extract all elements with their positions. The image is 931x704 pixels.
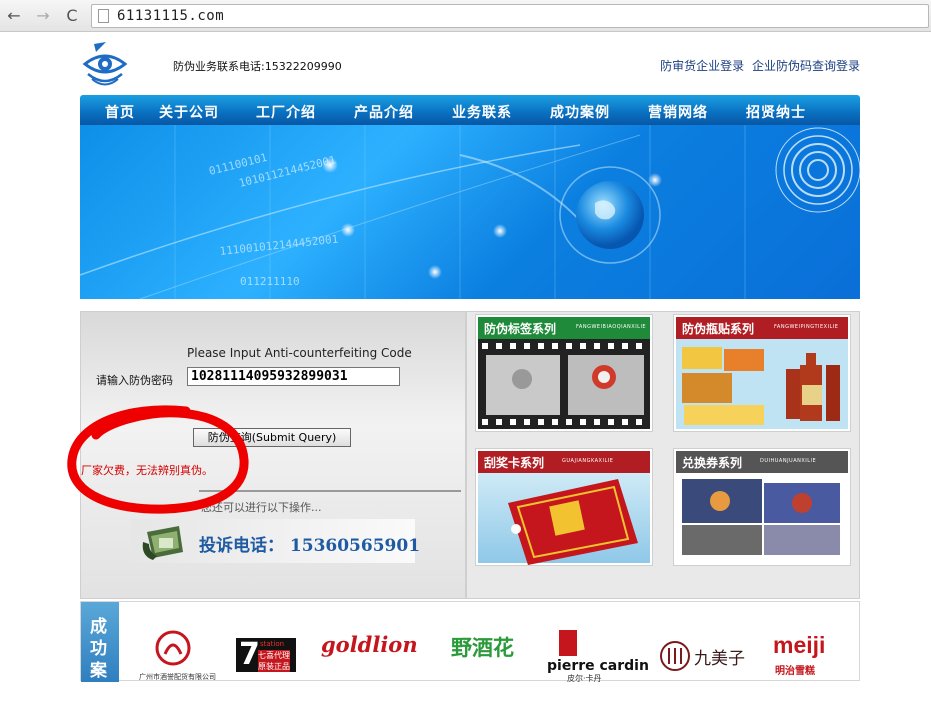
code-input[interactable]: 10281114095932899031 xyxy=(187,367,400,386)
banner-digits-3: 111001012144452001 xyxy=(219,233,339,258)
menu-item-cases[interactable]: 成功案例 xyxy=(550,102,610,122)
menu-item-factory[interactable]: 工厂介绍 xyxy=(256,102,316,122)
page-icon xyxy=(98,9,109,23)
forward-arrow-icon[interactable]: → xyxy=(33,6,53,26)
complaint-phone: 投诉电话： 15360565901 xyxy=(199,536,421,556)
phone-icon xyxy=(142,526,183,560)
card-title: 防伪标签系列 xyxy=(484,322,557,336)
product-card-labels[interactable]: 防伪标签系列 FANGWEIBIAOQIANXILIE xyxy=(475,314,653,432)
card-image xyxy=(676,473,848,563)
brand-pierre-cardin-cn: 皮尔·卡丹 xyxy=(567,674,602,683)
card-title: 防伪瓶贴系列 xyxy=(682,322,755,336)
url-text: 61131115.com xyxy=(117,8,225,24)
eye-logo-icon[interactable] xyxy=(82,40,128,88)
product-card-vouchers[interactable]: 兑换券系列 DUIHUANJUANXILIE xyxy=(673,448,851,566)
cases-side-tab[interactable]: 成功案例 xyxy=(81,602,119,703)
menu-item-network[interactable]: 营销网络 xyxy=(648,102,708,122)
back-arrow-icon[interactable]: ← xyxy=(4,6,24,26)
card-image xyxy=(478,473,650,565)
browser-toolbar: ← → C 61131115.com xyxy=(0,0,931,32)
code-label: 请输入防伪密码 xyxy=(96,374,173,387)
seven-mid: 七喜代理 xyxy=(258,650,290,661)
card-image xyxy=(478,339,650,429)
success-cases-strip: 成功案例 广州市酒誉配货有限公司 7 station 七喜代理 原装正品 gol… xyxy=(80,601,860,703)
card-subtitle: GUAJIANGKAXILIE xyxy=(562,458,614,464)
card-subtitle: FANGWEIPINGTIEXILIE xyxy=(774,324,839,330)
brand-yejiuhua[interactable]: 野酒花 xyxy=(451,632,514,662)
seven-numeral: 7 xyxy=(239,637,260,672)
cases-side-label: 成功案例 xyxy=(90,617,107,703)
card-title: 刮奖卡系列 xyxy=(484,456,545,470)
banner-digits-4: 011211110 xyxy=(240,275,300,288)
brand-meiji-cn: 明治雪糕 xyxy=(775,666,815,677)
login-link-enterprise[interactable]: 防审货企业登录 xyxy=(660,59,744,73)
card-header: 防伪瓶贴系列 FANGWEIPINGTIEXILIE xyxy=(676,317,848,339)
menu-item-about[interactable]: 关于公司 xyxy=(159,102,219,122)
brand-logo-jiuyu[interactable] xyxy=(155,630,191,666)
main-menu: 首页 关于公司 工厂介绍 产品介绍 业务联系 成功案例 营销网络 招贤纳士 xyxy=(80,95,860,125)
menu-item-home[interactable]: 首页 xyxy=(105,102,135,122)
top-links: 防审货企业登录 企业防伪码查询登录 xyxy=(656,57,860,74)
card-subtitle: FANGWEIBIAOQIANXILIE xyxy=(576,324,647,330)
card-title: 兑换券系列 xyxy=(682,456,743,470)
card-header: 防伪标签系列 FANGWEIBIAOQIANXILIE xyxy=(478,317,650,339)
product-card-bottle-labels[interactable]: 防伪瓶贴系列 FANGWEIPINGTIEXILIE xyxy=(673,314,851,432)
card-subtitle: DUIHUANJUANXILIE xyxy=(760,458,817,464)
seven-station: station xyxy=(260,640,285,648)
hero-banner: 011100101 101011214452001 11100101214445… xyxy=(80,125,860,299)
red-annotation-circle xyxy=(67,405,249,514)
brand-goldlion[interactable]: goldlion xyxy=(321,632,418,657)
card-header: 刮奖卡系列 GUAJIANGKAXILIE xyxy=(478,451,650,473)
brand-jiumeizi[interactable]: 九美子 xyxy=(694,644,745,669)
brand-meiji[interactable]: meiji xyxy=(773,632,825,659)
pierre-cardin-logo-icon xyxy=(559,630,577,656)
reload-icon[interactable]: C xyxy=(62,6,82,26)
card-image xyxy=(676,339,848,429)
brand-pierre-cardin[interactable]: pierre cardin xyxy=(547,658,649,674)
jiumeizi-logo-icon xyxy=(660,641,690,671)
query-title: Please Input Anti-counterfeiting Code xyxy=(187,346,412,360)
login-link-query[interactable]: 企业防伪码查询登录 xyxy=(752,59,860,73)
brand-logo-7station[interactable]: 7 station 七喜代理 原装正品 xyxy=(236,638,296,672)
banner-art: 011100101 101011214452001 11100101214445… xyxy=(80,125,860,299)
address-bar[interactable]: 61131115.com xyxy=(91,4,929,28)
menu-item-business[interactable]: 业务联系 xyxy=(452,102,512,122)
hotline-text: 防伪业务联系电话:15322209990 xyxy=(173,60,342,73)
product-card-scratch-cards[interactable]: 刮奖卡系列 GUAJIANGKAXILIE xyxy=(475,448,653,566)
menu-item-products[interactable]: 产品介绍 xyxy=(354,102,414,122)
product-grid: 防伪标签系列 FANGWEIBIAOQIANXILIE 防伪瓶贴系列 FANGW… xyxy=(466,311,860,599)
seven-bottom: 原装正品 xyxy=(258,661,290,672)
menu-item-jobs[interactable]: 招贤纳士 xyxy=(746,102,806,122)
card-header: 兑换券系列 DUIHUANJUANXILIE xyxy=(676,451,848,473)
